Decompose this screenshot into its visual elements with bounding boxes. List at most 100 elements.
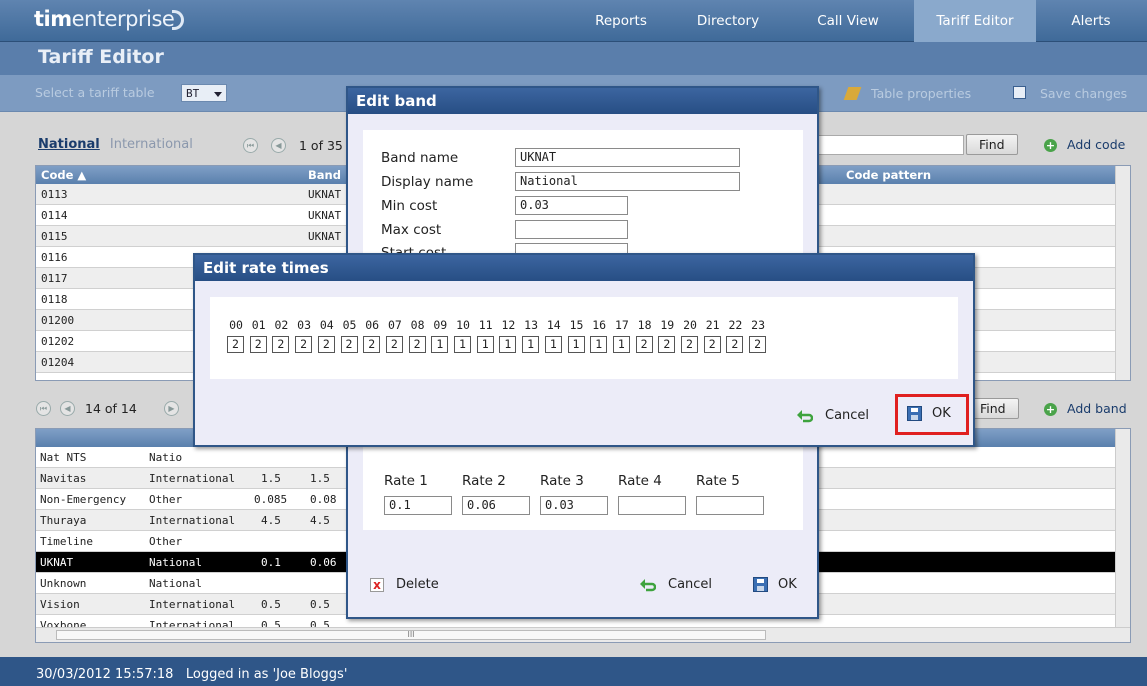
bands-next-page-icon[interactable]: ▶ (164, 401, 179, 416)
nav-alerts[interactable]: Alerts (1050, 0, 1132, 42)
top-nav-bar: timenterprise Reports Directory Call Vie… (0, 0, 1147, 42)
status-datetime: 30/03/2012 15:57:18 (36, 667, 174, 682)
hour-rate-input[interactable]: 2 (635, 336, 653, 353)
max-cost-label: Max cost (381, 222, 442, 238)
column-header-code-pattern[interactable]: Code pattern (846, 168, 931, 182)
hour-rate-input[interactable]: 2 (385, 336, 403, 353)
code-search-input[interactable] (818, 135, 964, 155)
hour-rate-input[interactable]: 2 (227, 336, 244, 353)
hour-rate-input[interactable]: 1 (612, 336, 630, 353)
page-title: Tariff Editor (38, 46, 164, 68)
column-header-band[interactable]: Band (308, 168, 341, 182)
hour-rate-input[interactable]: 2 (749, 336, 767, 353)
hour-label: 10 (456, 318, 470, 332)
hour-label: 09 (433, 318, 448, 332)
bands-vertical-scrollbar[interactable] (1115, 429, 1130, 627)
tariff-tabs: National International (38, 137, 199, 152)
hour-rate-input[interactable]: 2 (272, 336, 290, 353)
band-name-label: Band name (381, 150, 459, 166)
table-properties-button[interactable]: Table properties (871, 86, 971, 101)
tariff-editor-page: timenterprise Reports Directory Call Vie… (0, 0, 1147, 686)
plus-icon: + (1044, 403, 1057, 416)
first-page-icon[interactable]: ⏮ (243, 138, 258, 153)
tariff-table-select[interactable]: BT (181, 84, 227, 102)
hour-rate-input[interactable]: 1 (544, 336, 562, 353)
hour-label: 23 (751, 318, 766, 332)
bands-horizontal-scrollbar[interactable]: III (36, 627, 1130, 642)
hour-label: 15 (569, 318, 584, 332)
edit-band-cancel-button[interactable]: Cancel (640, 577, 712, 592)
hour-rate-input[interactable]: 2 (408, 336, 426, 353)
nav-tariff-editor[interactable]: Tariff Editor (914, 0, 1036, 42)
hour-label: 02 (274, 318, 289, 332)
hour-rate-input[interactable]: 1 (522, 336, 540, 353)
hour-rate-input[interactable]: 1 (590, 336, 608, 353)
status-bar: 30/03/2012 15:57:18 Logged in as 'Joe Bl… (0, 657, 1147, 686)
tab-national[interactable]: National (38, 137, 100, 152)
hour-rate-input[interactable]: 1 (431, 336, 449, 353)
undo-arrow-icon (640, 578, 657, 592)
bands-first-page-icon[interactable]: ⏮ (36, 401, 51, 416)
rate-1-input[interactable]: 0.1 (384, 496, 452, 515)
add-code-button[interactable]: + Add code (1044, 137, 1125, 152)
max-cost-input[interactable] (515, 220, 628, 239)
save-changes-button[interactable]: Save changes (1040, 86, 1127, 101)
nav-directory[interactable]: Directory (678, 0, 778, 42)
status-user: Logged in as 'Joe Bloggs' (185, 667, 348, 682)
hour-rate-input[interactable]: 2 (317, 336, 335, 353)
rate-5-input[interactable] (696, 496, 764, 515)
hour-rate-input[interactable]: 1 (499, 336, 517, 353)
display-name-input[interactable]: National (515, 172, 740, 191)
tab-international[interactable]: International (110, 137, 193, 152)
save-icon (907, 406, 922, 421)
codes-scrollbar[interactable] (1115, 166, 1130, 380)
edit-rate-times-dialog: Edit rate times 00 01 02 03 04 05 06 07 08 09 10 11… (193, 253, 975, 447)
hour-label: 17 (614, 318, 629, 332)
hour-label: 22 (728, 318, 743, 332)
hour-label: 07 (387, 318, 402, 332)
edit-band-ok-button[interactable]: OK (753, 577, 797, 592)
prev-page-icon[interactable]: ◀ (271, 138, 286, 153)
hour-label: 16 (592, 318, 607, 332)
bands-prev-page-icon[interactable]: ◀ (60, 401, 75, 416)
rate-4-label: Rate 4 (618, 473, 662, 489)
hour-rate-input[interactable]: 2 (340, 336, 358, 353)
rate-4-input[interactable] (618, 496, 686, 515)
hour-label: 06 (365, 318, 380, 332)
hour-rate-input[interactable]: 1 (476, 336, 494, 353)
find-code-button[interactable]: Find (966, 134, 1018, 155)
brand-logo: timenterprise (34, 7, 185, 31)
column-header-code[interactable]: Code ▲ (41, 168, 86, 182)
hour-rate-input[interactable]: 2 (726, 336, 744, 353)
tariff-select-label: Select a tariff table (35, 85, 155, 100)
delete-band-button[interactable]: x Delete (370, 577, 439, 592)
rate-2-input[interactable]: 0.06 (462, 496, 530, 515)
hour-rate-input[interactable]: 2 (703, 336, 721, 353)
hour-rate-input[interactable]: 2 (363, 336, 381, 353)
hour-label: 18 (637, 318, 652, 332)
add-band-button[interactable]: + Add band (1044, 401, 1127, 416)
hour-rate-input[interactable]: 2 (249, 336, 267, 353)
scroll-thumb[interactable]: III (56, 630, 766, 640)
hour-rate-input[interactable]: 2 (681, 336, 698, 353)
rate-3-input[interactable]: 0.03 (540, 496, 608, 515)
hour-rate-input[interactable]: 2 (295, 336, 313, 353)
hour-label: 08 (410, 318, 425, 332)
hour-rate-input[interactable]: 1 (454, 336, 471, 353)
save-icon (1013, 86, 1026, 99)
nav-reports[interactable]: Reports (580, 0, 662, 42)
min-cost-input[interactable]: 0.03 (515, 196, 628, 215)
hour-label: 19 (660, 318, 675, 332)
plus-icon: + (1044, 139, 1057, 152)
min-cost-label: Min cost (381, 198, 438, 214)
nav-call-view[interactable]: Call View (798, 0, 898, 42)
bands-pager-text: 14 of 14 (85, 401, 137, 416)
hour-rate-input[interactable]: 2 (658, 336, 676, 353)
rate-times-ok-button[interactable]: OK (907, 406, 951, 421)
band-name-input[interactable]: UKNAT (515, 148, 740, 167)
hour-rate-input[interactable]: 1 (567, 336, 585, 353)
hour-label: 05 (342, 318, 357, 332)
edit-band-title: Edit band (348, 88, 817, 114)
rate-times-cancel-button[interactable]: Cancel (797, 408, 869, 423)
rate-5-label: Rate 5 (696, 473, 740, 489)
